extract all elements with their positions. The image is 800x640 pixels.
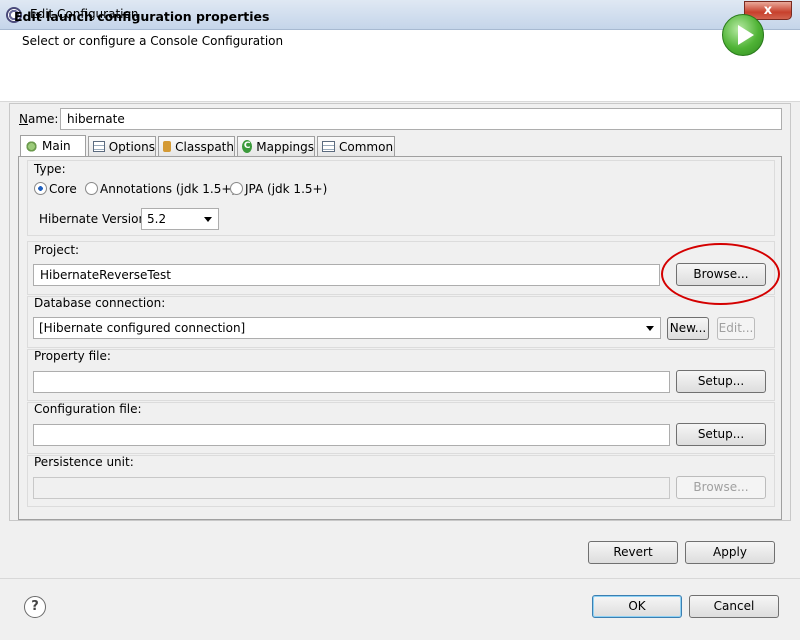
- tab-common-label: Common: [339, 139, 394, 154]
- config-file-field[interactable]: [33, 424, 670, 446]
- header-title: Edit launch configuration properties: [14, 9, 270, 24]
- tab-mappings[interactable]: C Mappings: [237, 136, 315, 156]
- project-label: Project:: [34, 243, 80, 257]
- radio-core-label: Core: [49, 182, 77, 196]
- table-icon: [93, 141, 105, 152]
- radio-jpa-label: JPA (jdk 1.5+): [245, 182, 328, 196]
- tab-common[interactable]: Common: [317, 136, 395, 156]
- tab-mappings-label: Mappings: [256, 139, 314, 154]
- cancel-button[interactable]: Cancel: [689, 595, 779, 618]
- project-field[interactable]: [33, 264, 660, 286]
- name-label-text: ame:: [27, 112, 59, 126]
- radio-jpa[interactable]: [230, 182, 243, 195]
- run-icon: [722, 14, 764, 56]
- property-file-setup-button[interactable]: Setup...: [676, 370, 766, 393]
- edit-connection-button[interactable]: Edit...: [717, 317, 755, 340]
- mappings-icon: C: [242, 140, 253, 153]
- persistence-unit-browse-button[interactable]: Browse...: [676, 476, 766, 499]
- property-file-label: Property file:: [34, 349, 111, 363]
- tab-options[interactable]: Options: [88, 136, 156, 156]
- type-label: Type:: [34, 162, 66, 176]
- footer-divider: [0, 578, 800, 579]
- tab-main[interactable]: Main: [20, 135, 86, 156]
- config-file-label: Configuration file:: [34, 402, 142, 416]
- config-file-setup-button[interactable]: Setup...: [676, 423, 766, 446]
- apply-button[interactable]: Apply: [685, 541, 775, 564]
- classpath-icon: [163, 141, 172, 152]
- new-connection-button[interactable]: New...: [667, 317, 709, 340]
- name-field[interactable]: [60, 108, 782, 130]
- main-icon: [25, 140, 38, 152]
- radio-annotations[interactable]: [85, 182, 98, 195]
- database-connection-value: [Hibernate configured connection]: [39, 321, 246, 335]
- tab-main-label: Main: [42, 139, 71, 153]
- tab-options-label: Options: [108, 139, 155, 154]
- ok-button[interactable]: OK: [592, 595, 682, 618]
- hibernate-version-label: Hibernate Version:: [39, 212, 151, 226]
- table-icon: [322, 141, 335, 152]
- hibernate-version-value: 5.2: [147, 212, 167, 226]
- annotation-ellipse: [661, 243, 780, 305]
- database-connection-label: Database connection:: [34, 296, 166, 310]
- database-connection-select[interactable]: [Hibernate configured connection]: [33, 317, 661, 339]
- help-icon[interactable]: ?: [24, 596, 46, 618]
- property-file-field[interactable]: [33, 371, 670, 393]
- hibernate-version-select[interactable]: 5.2: [141, 208, 219, 230]
- tab-classpath[interactable]: Classpath: [158, 136, 235, 156]
- chevron-down-icon: [646, 326, 654, 331]
- revert-button[interactable]: Revert: [588, 541, 678, 564]
- header-subtitle: Select or configure a Console Configurat…: [22, 34, 284, 48]
- radio-annotations-label: Annotations (jdk 1.5+): [100, 182, 237, 196]
- persistence-unit-label: Persistence unit:: [34, 455, 134, 469]
- chevron-down-icon: [204, 217, 212, 222]
- tab-classpath-label: Classpath: [175, 139, 234, 154]
- persistence-unit-field[interactable]: [33, 477, 670, 499]
- radio-core[interactable]: [34, 182, 47, 195]
- name-label: Name:: [19, 112, 59, 126]
